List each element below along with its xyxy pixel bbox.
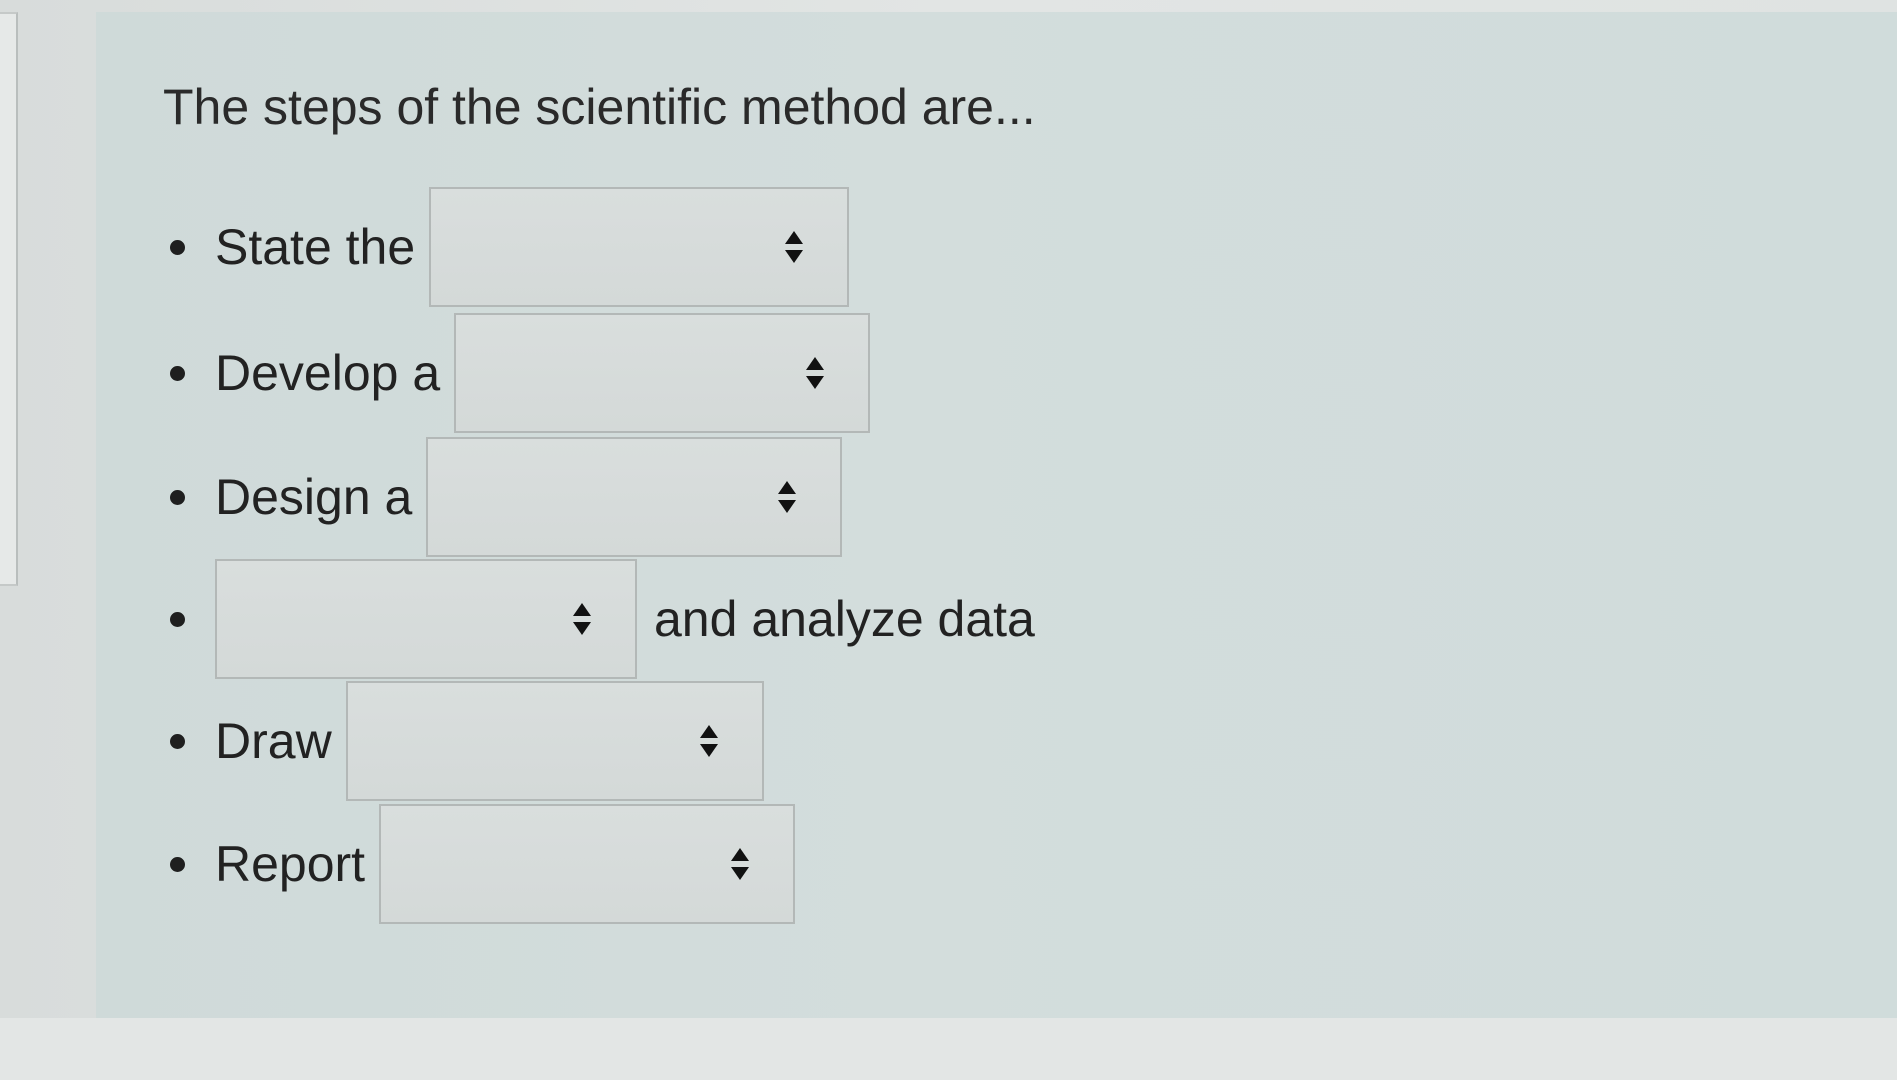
step-1-select[interactable] <box>429 187 850 307</box>
bullet-dot-icon <box>170 733 185 749</box>
up-down-arrows-icon <box>699 725 718 757</box>
step-label: Draw <box>215 713 332 769</box>
bullet-dot-icon <box>170 856 185 872</box>
question-text: The steps of the scientific method are..… <box>163 79 1036 135</box>
step-label: Design a <box>215 469 413 525</box>
step-item: Design a <box>170 437 843 557</box>
bottom-band <box>0 1018 1897 1080</box>
step-item: Draw <box>170 681 764 801</box>
step-label: Report <box>215 836 366 892</box>
step-2-select[interactable] <box>454 313 871 433</box>
step-item: Report <box>170 804 796 924</box>
up-down-arrows-icon <box>785 231 804 263</box>
step-item: State the <box>170 187 850 307</box>
up-down-arrows-icon <box>731 848 750 880</box>
step-6-select[interactable] <box>379 804 796 924</box>
step-item: and analyze data <box>170 559 1035 679</box>
bullet-dot-icon <box>170 365 185 381</box>
step-label: State the <box>215 219 416 275</box>
up-down-arrows-icon <box>806 357 825 389</box>
bullet-dot-icon <box>170 611 185 627</box>
step-item: Develop a <box>170 313 871 433</box>
step-label-after: and analyze data <box>654 591 1035 647</box>
step-5-select[interactable] <box>345 681 764 801</box>
step-4-select[interactable] <box>215 559 637 679</box>
step-3-select[interactable] <box>426 437 843 557</box>
left-panel-edge <box>0 12 18 586</box>
up-down-arrows-icon <box>573 603 591 635</box>
step-label: Develop a <box>215 345 441 401</box>
bullet-dot-icon <box>170 489 185 505</box>
up-down-arrows-icon <box>778 481 797 513</box>
bullet-dot-icon <box>170 239 185 255</box>
